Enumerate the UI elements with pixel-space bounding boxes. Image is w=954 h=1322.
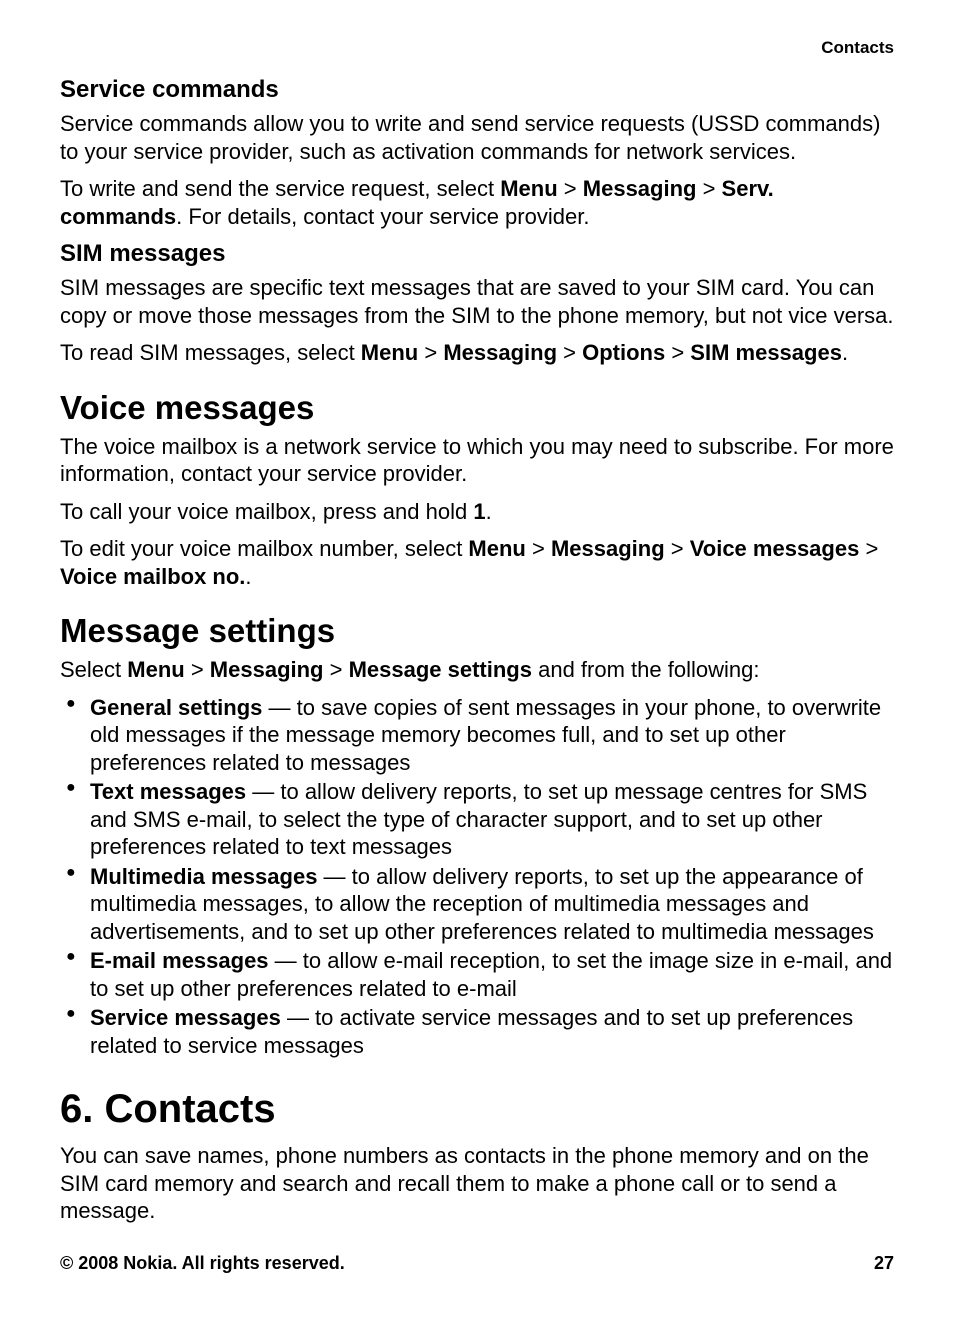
menu-path-item: Menu — [468, 536, 525, 561]
text: . — [245, 564, 251, 589]
option-label: Multimedia messages — [90, 864, 317, 889]
list-item: General settings — to save copies of sen… — [60, 694, 894, 777]
separator: > — [859, 536, 878, 561]
copyright-text: © 2008 Nokia. All rights reserved. — [60, 1253, 345, 1274]
menu-path-item: Messaging — [443, 340, 557, 365]
list-item: E-mail messages — to allow e-mail recept… — [60, 947, 894, 1002]
text: Select — [60, 657, 127, 682]
separator: > — [558, 176, 583, 201]
text: To write and send the service request, s… — [60, 176, 500, 201]
message-settings-heading: Message settings — [60, 612, 894, 650]
header-section-label: Contacts — [60, 38, 894, 58]
separator: > — [696, 176, 721, 201]
voice-messages-p3: To edit your voice mailbox number, selec… — [60, 535, 894, 590]
menu-path-item: Menu — [127, 657, 184, 682]
sim-messages-p2: To read SIM messages, select Menu > Mess… — [60, 339, 894, 367]
separator: > — [418, 340, 443, 365]
page-footer: © 2008 Nokia. All rights reserved. 27 — [60, 1253, 894, 1274]
option-label: General settings — [90, 695, 262, 720]
contacts-chapter-heading: 6. Contacts — [60, 1087, 894, 1132]
service-commands-p1: Service commands allow you to write and … — [60, 110, 894, 165]
separator: > — [665, 340, 690, 365]
list-item: Multimedia messages — to allow delivery … — [60, 863, 894, 946]
menu-path-item: SIM messages — [690, 340, 842, 365]
menu-path-item: Menu — [361, 340, 418, 365]
message-settings-list: General settings — to save copies of sen… — [60, 694, 894, 1060]
text: To edit your voice mailbox number, selec… — [60, 536, 468, 561]
text: . — [842, 340, 848, 365]
text: . For details, contact your service prov… — [176, 204, 589, 229]
text: and from the following: — [532, 657, 759, 682]
message-settings-p1: Select Menu > Messaging > Message settin… — [60, 656, 894, 684]
page-number: 27 — [874, 1253, 894, 1274]
separator: > — [526, 536, 551, 561]
text: . — [486, 499, 492, 524]
key-label: 1 — [473, 499, 485, 524]
menu-path-item: Options — [582, 340, 665, 365]
menu-path-item: Messaging — [583, 176, 697, 201]
voice-messages-p2: To call your voice mailbox, press and ho… — [60, 498, 894, 526]
voice-messages-p1: The voice mailbox is a network service t… — [60, 433, 894, 488]
service-commands-heading: Service commands — [60, 76, 894, 104]
text: To call your voice mailbox, press and ho… — [60, 499, 473, 524]
service-commands-p2: To write and send the service request, s… — [60, 175, 894, 230]
separator: > — [665, 536, 690, 561]
menu-path-item: Message settings — [349, 657, 532, 682]
separator: > — [557, 340, 582, 365]
contacts-p1: You can save names, phone numbers as con… — [60, 1142, 894, 1225]
menu-path-item: Voice mailbox no. — [60, 564, 245, 589]
menu-path-item: Messaging — [551, 536, 665, 561]
text: To read SIM messages, select — [60, 340, 361, 365]
menu-path-item: Menu — [500, 176, 557, 201]
menu-path-item: Voice messages — [690, 536, 860, 561]
list-item: Text messages — to allow delivery report… — [60, 778, 894, 861]
separator: > — [324, 657, 349, 682]
sim-messages-heading: SIM messages — [60, 240, 894, 268]
menu-path-item: Messaging — [210, 657, 324, 682]
option-label: Text messages — [90, 779, 246, 804]
option-label: E-mail messages — [90, 948, 269, 973]
voice-messages-heading: Voice messages — [60, 389, 894, 427]
separator: > — [185, 657, 210, 682]
option-label: Service messages — [90, 1005, 281, 1030]
list-item: Service messages — to activate service m… — [60, 1004, 894, 1059]
sim-messages-p1: SIM messages are specific text messages … — [60, 274, 894, 329]
